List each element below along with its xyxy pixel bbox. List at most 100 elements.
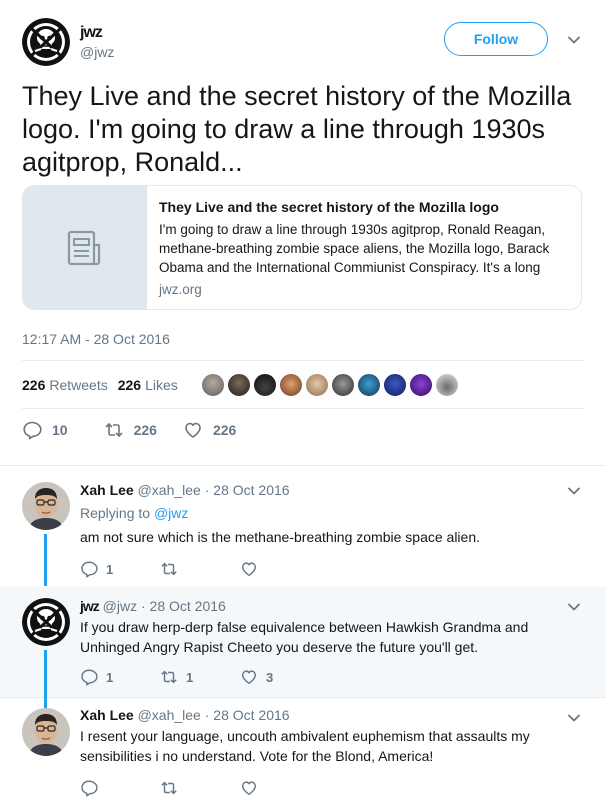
reply-tweet[interactable]: Xah Lee @xah_lee · 28 Oct 2016 Replying …: [0, 466, 606, 586]
retweet-icon: [160, 560, 178, 578]
liker-avatar[interactable]: [201, 373, 225, 397]
reply-date[interactable]: · 28 Oct 2016: [205, 707, 290, 723]
author-name[interactable]: jwz: [80, 24, 103, 42]
retweet-count: 1: [186, 669, 194, 685]
retweet-count: 226: [133, 422, 157, 438]
retweet-icon: [104, 420, 124, 440]
reply-text: I resent your language, uncouth ambivale…: [80, 728, 530, 764]
retweet-action[interactable]: 226: [104, 420, 157, 440]
divider: [22, 408, 584, 409]
card-title: They Live and the secret history of the …: [159, 199, 499, 215]
liker-avatar[interactable]: [409, 373, 433, 397]
link-card[interactable]: They Live and the secret history of the …: [22, 185, 582, 310]
xah-lee-avatar-icon: [22, 482, 70, 530]
chevron-down-icon[interactable]: [566, 710, 582, 726]
reply-count: 1: [106, 561, 114, 577]
reply-author-name[interactable]: Xah Lee: [80, 482, 134, 498]
reply-action[interactable]: [80, 779, 160, 797]
heart-icon: [240, 668, 258, 686]
like-count: 3: [266, 669, 274, 685]
thread-connector: [44, 534, 47, 586]
tweet-header: jwz @jwz Follow: [22, 18, 586, 66]
reply-icon: [22, 420, 42, 440]
heart-icon: [240, 560, 258, 578]
likes-label: Likes: [145, 377, 178, 393]
card-body: They Live and the secret history of the …: [159, 198, 573, 297]
like-count: 226: [212, 422, 237, 438]
liker-avatar[interactable]: [435, 373, 459, 397]
liker-avatar[interactable]: [279, 373, 303, 397]
replying-to-link[interactable]: @jwz: [154, 505, 188, 521]
liker-avatar[interactable]: [227, 373, 251, 397]
retweets-label: Retweets: [49, 377, 108, 393]
liker-avatar[interactable]: [383, 373, 407, 397]
reply-author-handle[interactable]: @jwz: [103, 598, 137, 614]
reply-date[interactable]: · 28 Oct 2016: [205, 482, 290, 498]
reply-avatar[interactable]: [22, 482, 70, 530]
liker-avatar[interactable]: [253, 373, 277, 397]
retweet-action[interactable]: 1: [160, 668, 240, 686]
retweets-stat[interactable]: 226 Retweets: [22, 377, 108, 393]
reply-author-handle[interactable]: @xah_lee: [138, 482, 201, 498]
replying-to-label: Replying to: [80, 505, 151, 521]
like-action[interactable]: [240, 560, 320, 578]
reply-icon: [80, 779, 98, 797]
reply-tweet[interactable]: Xah Lee @xah_lee · 28 Oct 2016 I resent …: [0, 698, 606, 804]
reply-text: am not sure which is the methane-breathi…: [80, 529, 480, 545]
chevron-down-icon[interactable]: [566, 599, 582, 615]
reply-action[interactable]: 1: [80, 668, 160, 686]
reply-header: Xah Lee @xah_lee · 28 Oct 2016: [80, 706, 290, 724]
document-icon: [67, 230, 101, 265]
reply-icon: [80, 560, 98, 578]
reply-header: jwz @jwz · 28 Oct 2016: [80, 597, 226, 615]
author-handle[interactable]: @jwz: [80, 44, 114, 60]
reply-actions: 1 1 3: [80, 667, 320, 687]
retweet-icon: [160, 779, 178, 797]
reply-header: Xah Lee @xah_lee · 28 Oct 2016: [80, 481, 290, 499]
reply-icon: [80, 668, 98, 686]
chevron-down-icon[interactable]: [566, 32, 582, 48]
reply-actions: [80, 778, 320, 798]
replying-to: Replying to @jwz: [80, 505, 188, 521]
reply-avatar[interactable]: [22, 598, 70, 646]
liker-avatar[interactable]: [305, 373, 329, 397]
chevron-down-icon[interactable]: [566, 483, 582, 499]
reply-count: 10: [52, 422, 68, 438]
retweet-action[interactable]: [160, 560, 240, 578]
reply-tweet[interactable]: jwz @jwz · 28 Oct 2016 If you draw herp-…: [0, 587, 606, 697]
reply-date[interactable]: · 28 Oct 2016: [141, 598, 226, 614]
likes-count: 226: [117, 377, 142, 393]
likes-stat[interactable]: 226 Likes: [118, 377, 178, 393]
jwz-avatar-icon: [22, 598, 70, 646]
reply-author-name[interactable]: jwz: [80, 598, 100, 614]
reply-count: 1: [106, 669, 114, 685]
reply-author-name[interactable]: Xah Lee: [80, 707, 134, 723]
divider: [22, 360, 584, 361]
reply-action[interactable]: 10: [22, 420, 68, 440]
card-thumbnail: [23, 186, 147, 309]
tweet-actions: 10 226 226: [22, 420, 258, 440]
reply-author-handle[interactable]: @xah_lee: [138, 707, 201, 723]
thread-connector: [44, 650, 47, 708]
follow-button[interactable]: Follow: [444, 22, 548, 56]
reply-text: If you draw herp-derp false equivalence …: [80, 619, 529, 655]
tweet-stats: 226 Retweets 226 Likes: [22, 375, 188, 395]
like-action[interactable]: 3: [240, 668, 320, 686]
card-domain: jwz.org: [159, 282, 202, 297]
heart-icon: [183, 420, 203, 440]
retweets-count: 226: [22, 377, 46, 393]
card-description: I'm going to draw a line through 1930s a…: [159, 222, 550, 275]
liker-avatar[interactable]: [331, 373, 355, 397]
retweet-action[interactable]: [160, 779, 240, 797]
author-avatar[interactable]: [22, 18, 70, 66]
reply-action[interactable]: 1: [80, 560, 160, 578]
like-action[interactable]: [240, 779, 320, 797]
jwz-avatar-icon: [22, 18, 70, 66]
reply-avatar[interactable]: [22, 708, 70, 756]
like-action[interactable]: 226: [183, 420, 236, 440]
reply-actions: 1: [80, 559, 320, 579]
liker-avatar[interactable]: [357, 373, 381, 397]
heart-icon: [240, 779, 258, 797]
tweet-timestamp[interactable]: 12:17 AM - 28 Oct 2016: [22, 331, 170, 347]
tweet-text: They Live and the secret history of the …: [22, 81, 572, 177]
